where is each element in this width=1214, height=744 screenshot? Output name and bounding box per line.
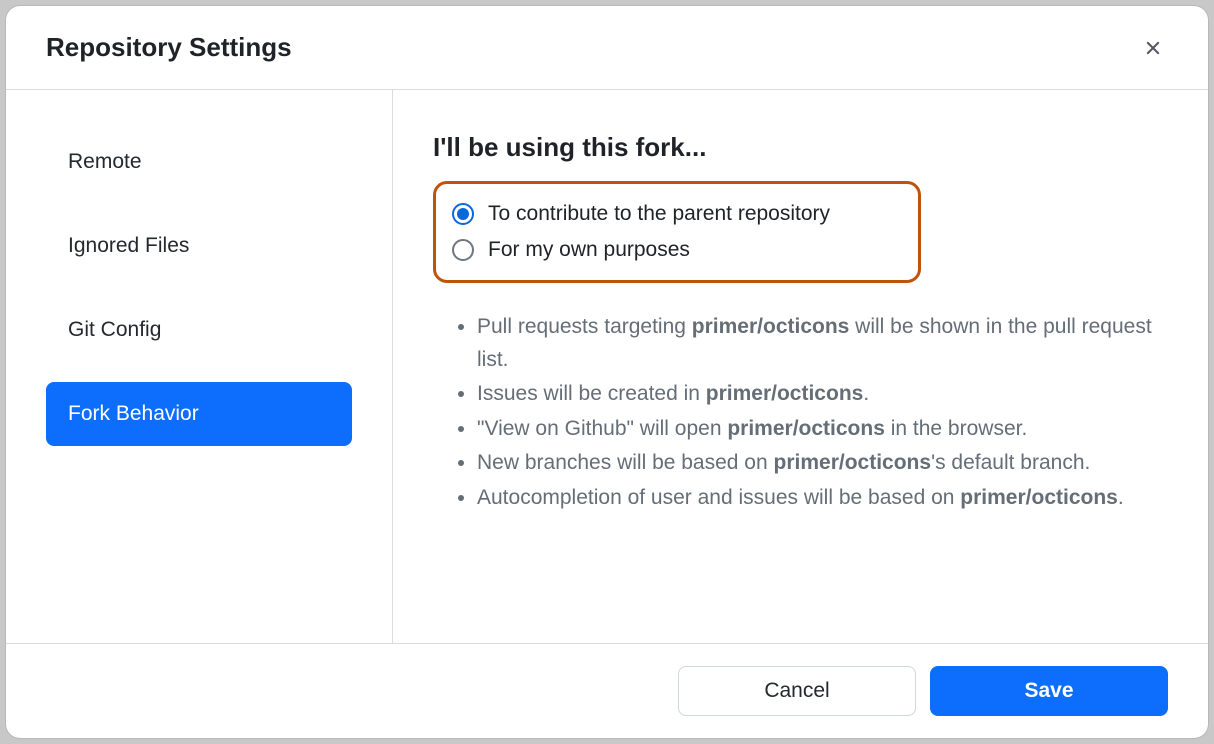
save-button[interactable]: Save [930,666,1168,716]
fork-behavior-description-list: Pull requests targeting primer/octicons … [433,311,1168,514]
list-item: Autocompletion of user and issues will b… [477,482,1168,515]
section-heading: I'll be using this fork... [433,132,1168,163]
sidebar-item-git-config[interactable]: Git Config [46,298,352,362]
repository-settings-dialog: Repository Settings Remote Ignored Files… [6,6,1208,738]
sidebar-item-label: Remote [68,150,142,173]
sidebar-item-label: Ignored Files [68,234,189,257]
radio-icon [452,239,474,261]
cancel-button[interactable]: Cancel [678,666,916,716]
sidebar-item-ignored-files[interactable]: Ignored Files [46,214,352,278]
sidebar-item-fork-behavior[interactable]: Fork Behavior [46,382,352,446]
settings-content: I'll be using this fork... To contribute… [393,90,1208,643]
radio-label: To contribute to the parent repository [488,202,830,226]
sidebar-item-label: Git Config [68,318,161,341]
list-item: "View on Github" will open primer/octico… [477,413,1168,446]
dialog-body: Remote Ignored Files Git Config Fork Beh… [6,90,1208,643]
dialog-title: Repository Settings [46,32,292,63]
list-item: Issues will be created in primer/octicon… [477,378,1168,411]
list-item: Pull requests targeting primer/octicons … [477,311,1168,376]
dialog-footer: Cancel Save [6,643,1208,738]
radio-contribute-parent[interactable]: To contribute to the parent repository [452,196,902,232]
fork-usage-radio-group: To contribute to the parent repository F… [433,181,921,283]
close-button[interactable] [1138,33,1168,63]
dialog-header: Repository Settings [6,6,1208,90]
radio-label: For my own purposes [488,238,690,262]
list-item: New branches will be based on primer/oct… [477,447,1168,480]
close-icon [1142,37,1164,59]
sidebar-item-remote[interactable]: Remote [46,130,352,194]
settings-sidebar: Remote Ignored Files Git Config Fork Beh… [6,90,393,643]
radio-icon [452,203,474,225]
radio-own-purposes[interactable]: For my own purposes [452,232,902,268]
sidebar-item-label: Fork Behavior [68,402,199,425]
